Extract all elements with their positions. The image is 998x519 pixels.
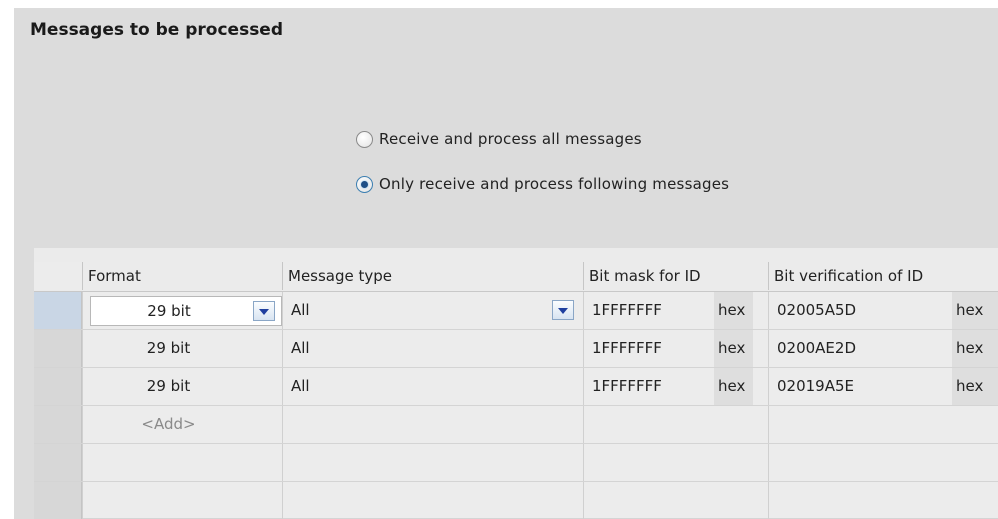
column-header-bit-mask[interactable]: Bit mask for ID <box>583 262 768 290</box>
format-value: 29 bit <box>147 302 191 320</box>
radio-receive-all-label: Receive and process all messages <box>379 130 642 148</box>
panel-title: Messages to be processed <box>30 20 284 40</box>
bit-mask-unit: hex <box>714 292 753 329</box>
add-entry-label[interactable]: <Add> <box>141 415 195 433</box>
bit-mask-value: 1FFFFFFF <box>592 301 662 319</box>
bit-verification-unit: hex <box>952 368 998 405</box>
empty-row <box>34 444 998 482</box>
radio-button-checked-icon[interactable] <box>356 175 373 193</box>
chevron-down-icon <box>558 308 568 314</box>
column-header-message-type[interactable]: Message type <box>282 262 583 290</box>
empty-cell <box>583 444 768 481</box>
radio-receive-following[interactable]: Only receive and process following messa… <box>356 175 729 193</box>
bit-verification-unit: hex <box>952 292 998 329</box>
bit-mask-unit: hex <box>714 368 753 405</box>
table-row[interactable]: 29 bit All 1FFFFFFF hex 0200AE2D hex <box>34 330 998 368</box>
empty-cell <box>82 482 282 519</box>
bit-verification-value: 02005A5D <box>777 301 857 319</box>
table-row[interactable]: 29 bit All 1FFFFFFF hex 02005A5D hex <box>34 292 998 330</box>
empty-cell <box>282 444 583 481</box>
chevron-down-icon <box>259 309 269 315</box>
empty-cell <box>583 406 768 443</box>
message-type-dropdown-button[interactable] <box>552 300 574 320</box>
format-cell[interactable]: 29 bit <box>82 368 282 405</box>
radio-receive-all[interactable]: Receive and process all messages <box>356 130 642 148</box>
bit-verification-unit: hex <box>952 330 998 367</box>
empty-row <box>34 482 998 519</box>
row-selector <box>34 444 82 481</box>
format-cell[interactable]: 29 bit <box>82 330 282 367</box>
radio-receive-following-label: Only receive and process following messa… <box>379 175 730 193</box>
message-type-cell[interactable]: All <box>282 330 583 367</box>
column-header-format[interactable]: Format <box>82 262 282 290</box>
empty-cell <box>583 482 768 519</box>
table-header: Format Message type Bit mask for ID Bit … <box>34 248 998 292</box>
column-header-bit-verification[interactable]: Bit verification of ID <box>768 262 998 290</box>
radio-button-unchecked-icon[interactable] <box>356 130 373 148</box>
messages-table: Format Message type Bit mask for ID Bit … <box>34 248 998 519</box>
row-selector <box>34 482 82 519</box>
empty-cell <box>768 444 998 481</box>
add-entry-cell[interactable]: <Add> <box>82 406 282 443</box>
message-type-cell[interactable]: All <box>282 292 583 329</box>
empty-cell <box>768 482 998 519</box>
empty-cell <box>768 406 998 443</box>
format-cell[interactable]: 29 bit <box>82 292 282 329</box>
messages-panel: Messages to be processed Receive and pro… <box>14 8 998 519</box>
row-selector[interactable] <box>34 406 82 443</box>
row-selector[interactable] <box>34 292 82 329</box>
row-selector[interactable] <box>34 368 82 405</box>
format-dropdown[interactable]: 29 bit <box>90 296 282 326</box>
table-row[interactable]: 29 bit All 1FFFFFFF hex 02019A5E hex <box>34 368 998 406</box>
message-type-value: All <box>291 301 310 319</box>
bit-mask-unit: hex <box>714 330 753 367</box>
empty-cell <box>82 444 282 481</box>
empty-cell <box>282 406 583 443</box>
header-corner <box>34 262 82 290</box>
format-dropdown-button[interactable] <box>253 301 275 321</box>
add-row[interactable]: <Add> <box>34 406 998 444</box>
message-type-cell[interactable]: All <box>282 368 583 405</box>
row-selector[interactable] <box>34 330 82 367</box>
empty-cell <box>282 482 583 519</box>
